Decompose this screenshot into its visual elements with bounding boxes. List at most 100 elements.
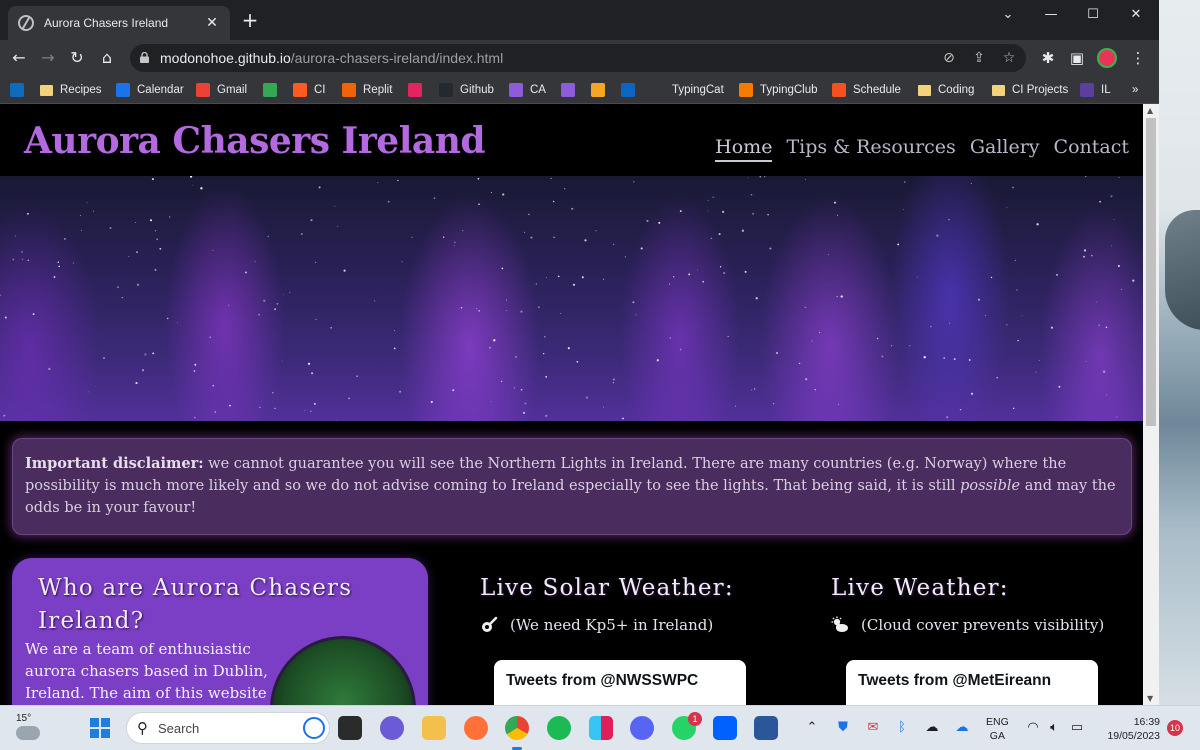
bookmark-m[interactable] (408, 81, 429, 99)
firefox-icon[interactable] (464, 716, 488, 740)
browser-window: Aurora Chasers Ireland ✕ + ⌄ — ☐ ✕ ← → ↻… (0, 0, 1159, 705)
bookmark-typingclub[interactable]: TypingClub (739, 81, 818, 99)
side-panel-icon[interactable]: ▣ (1066, 47, 1088, 69)
whatsapp-badge: 1 (688, 712, 702, 726)
bookmark-github[interactable]: Github (439, 81, 494, 99)
meteireann-tweets-card[interactable]: Tweets from @MetEireann (846, 660, 1098, 705)
windows-taskbar: 15° ⚲ Search 1 ⌃ ⛊ ✉ ᛒ ☁ ☁ ENG GA ◠ 🔈︎ ▭ … (0, 705, 1200, 750)
search-placeholder: Search (158, 720, 200, 736)
onedrive-icon[interactable]: ☁ (953, 719, 971, 737)
bookmark-il[interactable]: IL (1080, 81, 1111, 99)
back-icon[interactable]: ← (8, 47, 30, 69)
m-icon (408, 83, 422, 97)
bookmark-replit[interactable]: Replit (342, 81, 392, 99)
nwsswpc-tweets-card[interactable]: Tweets from @NWSSWPC (494, 660, 746, 705)
bookmark-star-icon[interactable]: ☆ (1000, 49, 1018, 67)
menu-icon[interactable]: ⋮ (1127, 47, 1149, 69)
github-icon (439, 83, 453, 97)
battery-icon[interactable]: ▭ (1068, 719, 1086, 737)
tab-title: Aurora Chasers Ireland (44, 16, 169, 30)
reload-icon[interactable]: ↻ (66, 47, 88, 69)
bookmark-label: Coding (938, 84, 975, 96)
file-explorer-icon[interactable] (422, 716, 446, 740)
bookmark-coding[interactable]: Coding (918, 81, 974, 99)
bookmark-label: TypingCat (672, 84, 724, 96)
tab-close-icon[interactable]: ✕ (204, 15, 220, 31)
tab-search-icon[interactable]: ⌄ (986, 4, 1030, 26)
bookmark-label: Recipes (60, 84, 102, 96)
new-tab-button[interactable]: + (240, 10, 260, 30)
bookmark-ca[interactable]: CA (509, 81, 546, 99)
bookmark-typingcat[interactable]: TypingCat (672, 81, 724, 99)
wallpaper-rock (1165, 210, 1200, 330)
disclaimer-heading: Important disclaimer: (25, 455, 204, 472)
teams-icon[interactable] (380, 716, 404, 740)
clock[interactable]: 16:39 19/05/2023 (1098, 715, 1160, 743)
page-scrollbar[interactable]: ▲ ▼ (1143, 104, 1159, 705)
browser-tab[interactable]: Aurora Chasers Ireland ✕ (8, 6, 230, 40)
taskbar-search[interactable]: ⚲ Search (126, 712, 330, 744)
nav-link-tips[interactable]: Tips & Resources (786, 136, 955, 162)
volume-icon[interactable]: 🔈︎ (1045, 719, 1063, 737)
bookmark-linkedin[interactable] (621, 81, 642, 99)
slack-icon[interactable] (589, 716, 613, 740)
bookmark-label: TypingClub (760, 84, 818, 96)
nav-link-home[interactable]: Home (715, 136, 773, 162)
dropbox-icon[interactable] (713, 716, 737, 740)
scroll-up-icon[interactable]: ▲ (1147, 106, 1153, 115)
onedrive-sync-icon[interactable]: ☁ (923, 719, 941, 737)
close-window-button[interactable]: ✕ (1114, 4, 1158, 26)
solar-weather-note: (We need Kp5+ in Ireland) (480, 616, 713, 634)
notification-badge[interactable]: 10 (1167, 720, 1183, 736)
outlook-icon (10, 83, 24, 97)
spotify-icon[interactable] (547, 716, 571, 740)
task-view-icon[interactable] (338, 716, 362, 740)
nav-link-gallery[interactable]: Gallery (970, 136, 1040, 162)
chevron-up-icon[interactable]: ⌃ (803, 719, 821, 737)
word-icon[interactable] (754, 716, 778, 740)
search-icon: ⚲ (137, 719, 148, 737)
bookmarks-overflow-button[interactable]: » (1132, 81, 1138, 99)
bookmark-drive[interactable] (263, 81, 284, 99)
aurora-photo (270, 636, 416, 705)
bookmark-recipes[interactable]: Recipes (40, 81, 102, 99)
scroll-down-icon[interactable]: ▼ (1147, 694, 1153, 703)
site-title[interactable]: Aurora Chasers Ireland (24, 120, 486, 162)
bookmark-schedule[interactable]: Schedule (832, 81, 901, 99)
disclaimer-box: Important disclaimer: we cannot guarante… (12, 438, 1132, 535)
maximize-button[interactable]: ☐ (1071, 4, 1115, 26)
bookmark-outlook[interactable] (10, 81, 31, 99)
bookmark-g[interactable] (591, 81, 612, 99)
bookmark-gmail[interactable]: Gmail (196, 81, 247, 99)
shield-icon[interactable]: ⛊ (834, 719, 852, 737)
weather-widget[interactable]: 15° (16, 713, 40, 740)
nav-link-contact[interactable]: Contact (1054, 136, 1129, 162)
extensions-icon[interactable]: ✱ (1037, 47, 1059, 69)
scrollbar-thumb[interactable] (1146, 118, 1156, 426)
discord-icon[interactable] (630, 716, 654, 740)
profile-avatar[interactable] (1097, 48, 1117, 68)
bookmark-label: CA (530, 84, 546, 96)
bluetooth-icon[interactable]: ᛒ (893, 719, 911, 737)
eye-off-icon[interactable]: ⊘ (940, 49, 958, 67)
forward-icon[interactable]: → (37, 47, 59, 69)
chrome-icon[interactable] (505, 716, 529, 750)
bookmark-label: Calendar (137, 84, 184, 96)
bing-icon[interactable] (303, 717, 325, 739)
language-indicator[interactable]: ENG GA (986, 715, 1009, 743)
wifi-icon[interactable]: ◠ (1024, 719, 1042, 737)
home-icon[interactable]: ⌂ (96, 47, 118, 69)
share-icon[interactable]: ⇪ (970, 49, 988, 67)
bookmark-calendar[interactable]: Calendar (116, 81, 184, 99)
bookmark-ci[interactable]: CI (293, 81, 326, 99)
security-icon[interactable]: ✉ (864, 719, 882, 737)
linkedin-icon (621, 83, 635, 97)
minimize-button[interactable]: — (1029, 4, 1073, 26)
whatsapp-icon[interactable]: 1 (672, 712, 702, 740)
bookmark-cube[interactable] (561, 81, 582, 99)
windows-start-icon[interactable] (90, 718, 110, 738)
address-bar[interactable]: modonohoe.github.io/aurora-chasers-irela… (130, 44, 1026, 72)
desktop-wallpaper (1159, 0, 1200, 705)
who-are-we-card: Who are Aurora Chasers Ireland? We are a… (12, 558, 428, 705)
bookmark-ci-projects[interactable]: CI Projects (992, 81, 1068, 99)
